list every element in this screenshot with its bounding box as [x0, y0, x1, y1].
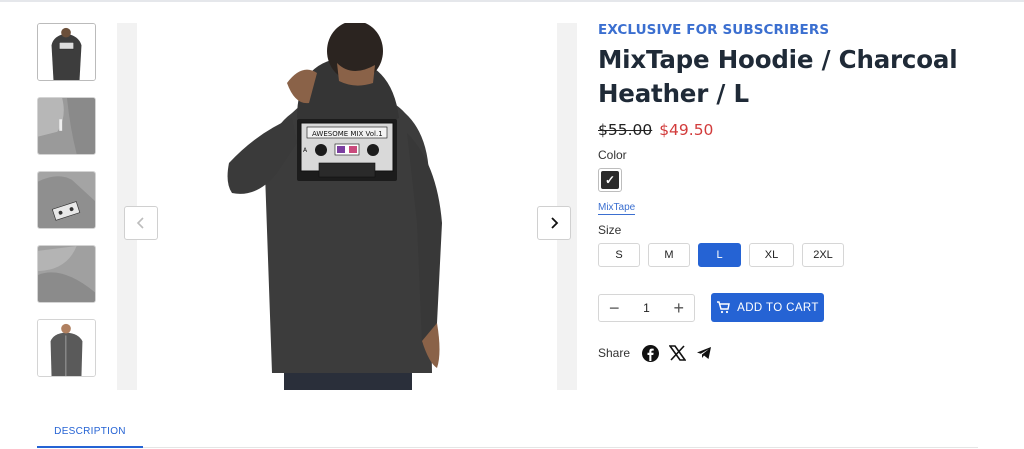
gallery-next-button[interactable] [537, 206, 571, 240]
share-label: Share [598, 346, 631, 360]
product-title-line-2: Heather / L [598, 79, 749, 108]
sale-price: $49.50 [659, 121, 714, 139]
thumbnail-hoodie-zipper[interactable] [37, 97, 96, 155]
cart-icon [717, 301, 730, 314]
thumbnail-list [37, 23, 97, 393]
quantity-decrease-button[interactable]: − [609, 299, 620, 317]
original-price: $55.00 [598, 121, 653, 139]
size-option-xl[interactable]: XL [749, 243, 794, 267]
quantity-stepper: − 1 + [598, 294, 695, 322]
color-swatch-mixtape[interactable]: ✓ [598, 168, 622, 192]
quantity-increase-button[interactable]: + [673, 299, 684, 317]
product-tabs: DESCRIPTION [37, 418, 978, 448]
thumbnail-fabric-detail[interactable] [37, 245, 96, 303]
chevron-right-icon [551, 217, 559, 229]
size-option-s[interactable]: S [598, 243, 640, 267]
add-to-cart-label: ADD TO CART [737, 301, 819, 314]
quantity-value[interactable]: 1 [643, 301, 650, 315]
size-option-l[interactable]: L [698, 243, 741, 267]
price-block: $55.00 $49.50 [598, 121, 998, 139]
thumbnail-hoodie-back[interactable] [37, 23, 96, 81]
facebook-icon[interactable] [641, 344, 659, 362]
size-option-m[interactable]: M [648, 243, 690, 267]
size-option-2xl[interactable]: 2XL [802, 243, 844, 267]
size-options: S M L XL 2XL [598, 243, 844, 267]
x-icon[interactable] [668, 344, 686, 362]
color-label: Color [598, 148, 627, 162]
telegram-icon[interactable] [695, 344, 713, 362]
check-icon: ✓ [601, 171, 619, 189]
add-to-cart-button[interactable]: ADD TO CART [711, 293, 824, 322]
top-divider [0, 0, 1024, 2]
product-main-image[interactable]: AWESOME MIX Vol.1 A [137, 23, 557, 390]
share-row: Share [598, 344, 722, 362]
product-info: EXCLUSIVE FOR SUBSCRIBERS MixTape Hoodie… [598, 22, 998, 362]
thumbnail-cassette-patch[interactable] [37, 171, 96, 229]
product-title-line-1: MixTape Hoodie / Charcoal [598, 45, 958, 74]
product-gallery: AWESOME MIX Vol.1 A [117, 23, 577, 390]
cassette-text: AWESOME MIX Vol.1 [312, 130, 383, 138]
chevron-left-icon [136, 217, 144, 229]
selected-color-name: MixTape [598, 202, 636, 215]
gallery-prev-button[interactable] [124, 206, 158, 240]
product-title: MixTape Hoodie / Charcoal Heather / L [598, 43, 998, 111]
thumbnail-hoodie-front[interactable] [37, 319, 96, 377]
subscriber-badge: EXCLUSIVE FOR SUBSCRIBERS [598, 22, 830, 38]
size-label: Size [598, 223, 622, 237]
tab-description[interactable]: DESCRIPTION [37, 418, 143, 448]
